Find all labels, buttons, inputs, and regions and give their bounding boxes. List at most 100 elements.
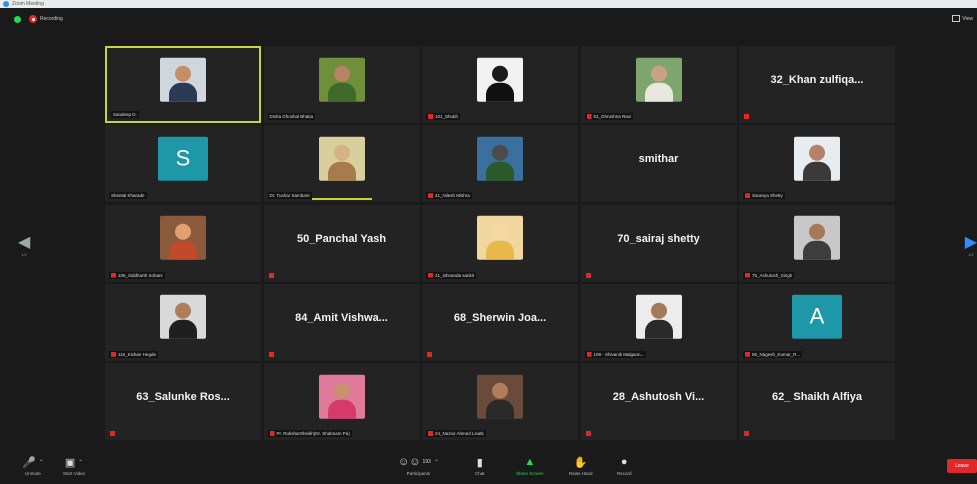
participant-name-text: 41_Nilesh Mishra — [435, 193, 470, 199]
raise-hand-button[interactable]: ✋ Raise Hand — [569, 455, 593, 477]
participant-tile[interactable]: 41_Nilesh Mishra — [422, 125, 578, 203]
participant-tile[interactable]: A 96_Nagesh_Kumar_R... — [739, 283, 895, 361]
participant-name-display: 70_sairaj shetty — [617, 232, 700, 245]
participant-video — [318, 136, 365, 181]
record-label: Record — [617, 471, 632, 476]
participant-name-text: 75_Ashutosh_Singh — [752, 272, 793, 278]
unmute-button[interactable]: 🎤 ⌃ Unmute — [22, 455, 44, 477]
participant-video — [794, 215, 840, 260]
participant-tile[interactable]: 62_ Shaikh Alfiya — [739, 363, 895, 440]
muted-mic-icon — [428, 272, 433, 278]
participant-body — [803, 240, 831, 260]
participant-name-label: 109 - Shivanik Malgaon... — [584, 350, 647, 358]
chat-button[interactable]: ▮ Chat — [475, 455, 485, 477]
participant-tile[interactable]: 116_Kishan Hegde — [105, 283, 261, 361]
participant-name-text: 96_Nagesh_Kumar_R... — [752, 351, 801, 357]
participant-body — [644, 82, 673, 102]
raise-hand-label: Raise Hand — [569, 471, 593, 476]
muted-mic-icon — [586, 351, 592, 357]
participants-button[interactable]: ☺☺ 193 ⌃ Participants — [398, 455, 439, 476]
participant-video — [318, 374, 365, 419]
participant-name-text: Dr. Tushar Sambare — [269, 193, 310, 199]
participant-tile[interactable]: 101_Shubh — [422, 46, 578, 123]
participant-tile[interactable]: 28_Ashutosh Vi... — [580, 363, 737, 440]
muted-mic-icon — [428, 431, 433, 436]
participant-video — [160, 294, 206, 339]
participant-tile[interactable]: 68_Sherwin Joa... — [422, 283, 578, 361]
participant-avatar: S — [158, 136, 208, 181]
record-button[interactable]: ● Record — [617, 455, 632, 476]
participant-body — [486, 161, 514, 181]
participant-name-label: 21_Ishnanda sankit — [426, 271, 477, 279]
participant-avatar: A — [792, 294, 842, 339]
participant-name-label: 101_Shubh — [426, 113, 461, 120]
participant-tile[interactable]: Sandeep D. — [105, 46, 261, 123]
participant-body — [327, 399, 356, 419]
recording-icon — [29, 15, 37, 23]
participant-tile[interactable]: 21_Ishnanda sankit — [422, 204, 578, 282]
participant-tile[interactable]: 75_Ashutosh_Singh — [739, 204, 895, 282]
window-title: Zoom Meeting — [12, 1, 44, 7]
participant-tile[interactable]: S Sheetal Kharade — [105, 125, 261, 203]
participant-tile[interactable]: Disha Ghoshal Bhatia — [263, 46, 420, 123]
participant-tile[interactable]: 50_Panchal Yash — [263, 204, 420, 282]
participant-name-label: 51_Ghrushna Ravi — [584, 113, 634, 120]
share-screen-button[interactable]: ▲ Share Screen — [516, 455, 544, 476]
muted-mic-icon — [744, 431, 749, 436]
raise-hand-icon: ✋ — [573, 456, 588, 469]
next-page-button[interactable]: ▶ 1/2 — [965, 232, 977, 257]
participant-head — [175, 65, 191, 82]
participant-body — [486, 82, 514, 102]
participant-name-label: 116_Kishan Hegde — [109, 350, 158, 358]
participant-tile[interactable]: 51_Ghrushna Ravi — [580, 46, 737, 123]
muted-mic-icon — [586, 114, 592, 119]
participant-video — [160, 215, 206, 260]
previous-page-button[interactable]: ◀ 1/2 — [18, 232, 30, 257]
start-video-button[interactable]: ▣ ⌃ Start Video — [63, 455, 85, 477]
participant-head — [333, 144, 350, 161]
participant-head — [809, 223, 825, 240]
participant-tile[interactable]: Saranya Shetty — [739, 125, 895, 203]
participant-tile[interactable]: 84_Amit Vishwa... — [263, 283, 420, 361]
participant-video — [160, 57, 206, 102]
participant-name-text: Sandeep D. — [113, 112, 137, 117]
participant-head — [650, 302, 667, 319]
participant-name-display: smithar — [638, 153, 679, 166]
participant-video — [477, 215, 523, 260]
unmute-label: Unmute — [24, 471, 41, 476]
participant-video — [477, 136, 523, 181]
participant-video — [635, 294, 682, 339]
participant-tile[interactable]: Dr. Tushar Sambare — [263, 125, 420, 203]
muted-mic-icon — [428, 114, 433, 119]
participant-body — [486, 240, 514, 260]
participant-tile[interactable]: 70_sairaj shetty — [580, 204, 737, 282]
participant-head — [175, 223, 191, 240]
muted-mic-icon — [427, 351, 432, 357]
participant-name-label: 24_Naziur Ahmed Lisatk — [426, 430, 486, 437]
gallery-grid: Sandeep D. Disha Ghoshal Bhatia 101_Shubh 5… — [105, 46, 895, 440]
participant-name-label: Saranya Shetty — [743, 192, 785, 200]
participant-video — [477, 374, 523, 419]
participant-name-label: Dr. Tushar Sambare — [267, 192, 312, 200]
participant-tile[interactable]: 32_Khan zulfiqa... — [739, 46, 895, 123]
participant-tile[interactable]: 106_Siddharth Sohani — [105, 204, 261, 282]
muted-mic-icon — [745, 351, 750, 357]
view-button[interactable]: View — [952, 15, 973, 22]
leave-button[interactable]: Leave — [947, 459, 977, 473]
chevron-up-icon[interactable]: ⌃ — [78, 459, 83, 466]
participant-tile[interactable]: 109 - Shivanik Malgaon... — [580, 283, 737, 361]
video-off-icon: ▣ ⌃ — [64, 456, 84, 469]
participant-head — [492, 223, 508, 240]
participant-name-label: 75_Ashutosh_Singh — [743, 271, 795, 279]
participant-head — [333, 382, 350, 399]
chevron-up-icon[interactable]: ⌃ — [434, 459, 439, 466]
participant-tile[interactable]: 63_Salunke Ros... — [105, 363, 261, 440]
participant-tile[interactable]: 24_Naziur Ahmed Lisatk — [422, 363, 578, 440]
participant-tile[interactable]: smithar — [580, 125, 737, 203]
participant-body — [169, 240, 197, 260]
participant-tile[interactable]: Pr. RuksharSheikh(Dr. Shabnam Pa) — [263, 363, 420, 440]
chevron-up-icon[interactable]: ⌃ — [39, 459, 44, 466]
participant-head — [333, 65, 350, 82]
muted-mic-icon — [744, 114, 749, 119]
security-shield-icon[interactable] — [14, 15, 21, 23]
